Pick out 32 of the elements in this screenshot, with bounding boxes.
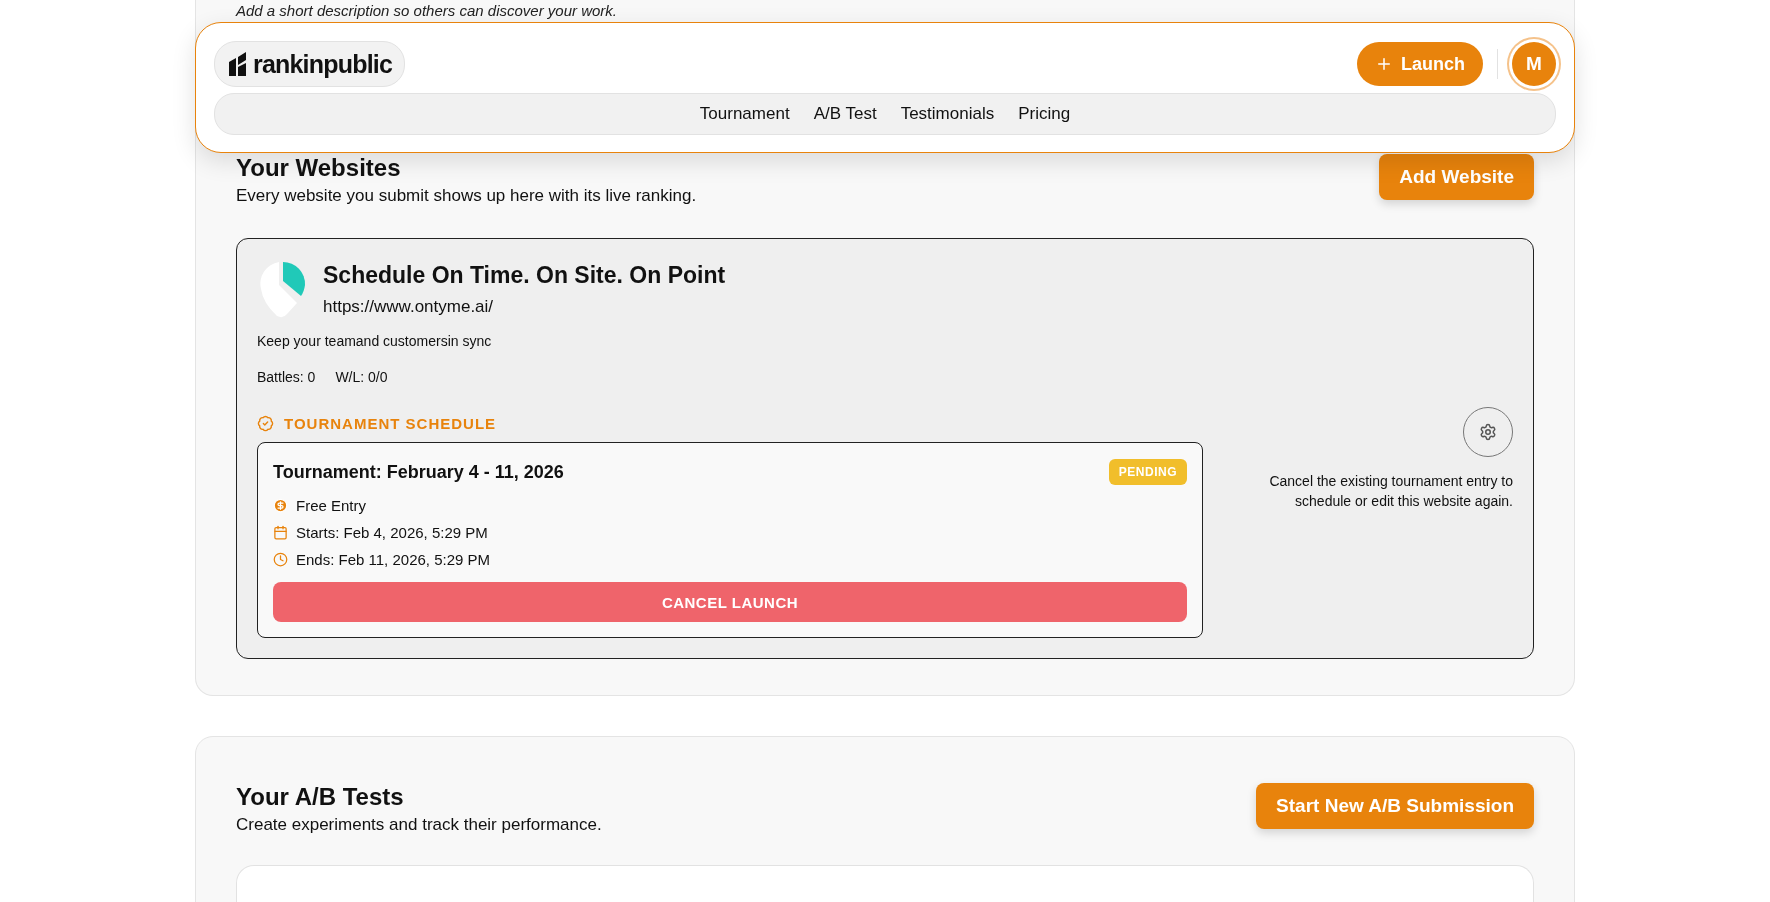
section-title: Your A/B Tests [236, 783, 404, 811]
plus-icon [1375, 55, 1393, 73]
logo[interactable]: rankinpublic [214, 41, 406, 87]
hint-text: Add a short description so others can discover your work. [236, 1, 617, 20]
edit-note: Cancel the existing tournament entry to schedule or edit this website again. [1268, 472, 1513, 511]
nav-link[interactable]: Pricing [1018, 104, 1071, 124]
section-heading: TOURNAMENT SCHEDULE [284, 415, 497, 432]
dollar-icon [273, 498, 288, 513]
clock-icon [273, 552, 288, 567]
section-subtitle: Create experiments and track their performance. [236, 815, 602, 835]
tournament-title: Tournament: February 4 - 11, 2026 [273, 461, 564, 483]
nav-link[interactable]: Testimonials [900, 104, 995, 124]
settings-icon [1479, 423, 1497, 441]
stat-text: W/L: 0/0 [335, 369, 388, 385]
check-badge-icon [257, 415, 274, 432]
settings-button[interactable] [1463, 407, 1513, 457]
logo-text: rankinpublic [253, 49, 393, 79]
detail-text: Free Entry [296, 497, 367, 514]
status-badge: PENDING [1108, 459, 1187, 485]
website-logo [257, 259, 307, 319]
section-title: Your Websites [236, 154, 401, 182]
nav-link[interactable]: Tournament [699, 104, 790, 124]
calendar-icon [273, 525, 288, 540]
stat-text: Battles: 0 [257, 369, 316, 385]
detail-text: Starts: Feb 4, 2026, 5:29 PM [296, 524, 488, 541]
nav-link[interactable]: A/B Test [813, 104, 877, 124]
logo-icon [227, 52, 247, 76]
detail-text: Ends: Feb 11, 2026, 5:29 PM [296, 551, 490, 568]
section-subtitle: Every website you submit shows up here with its live ranking. [236, 186, 697, 206]
website-title: Schedule On Time. On Site. On Point [323, 261, 726, 289]
website-url: https://www.ontyme.ai/ [323, 296, 494, 317]
website-description: Keep your teamand customersin sync [257, 333, 492, 349]
